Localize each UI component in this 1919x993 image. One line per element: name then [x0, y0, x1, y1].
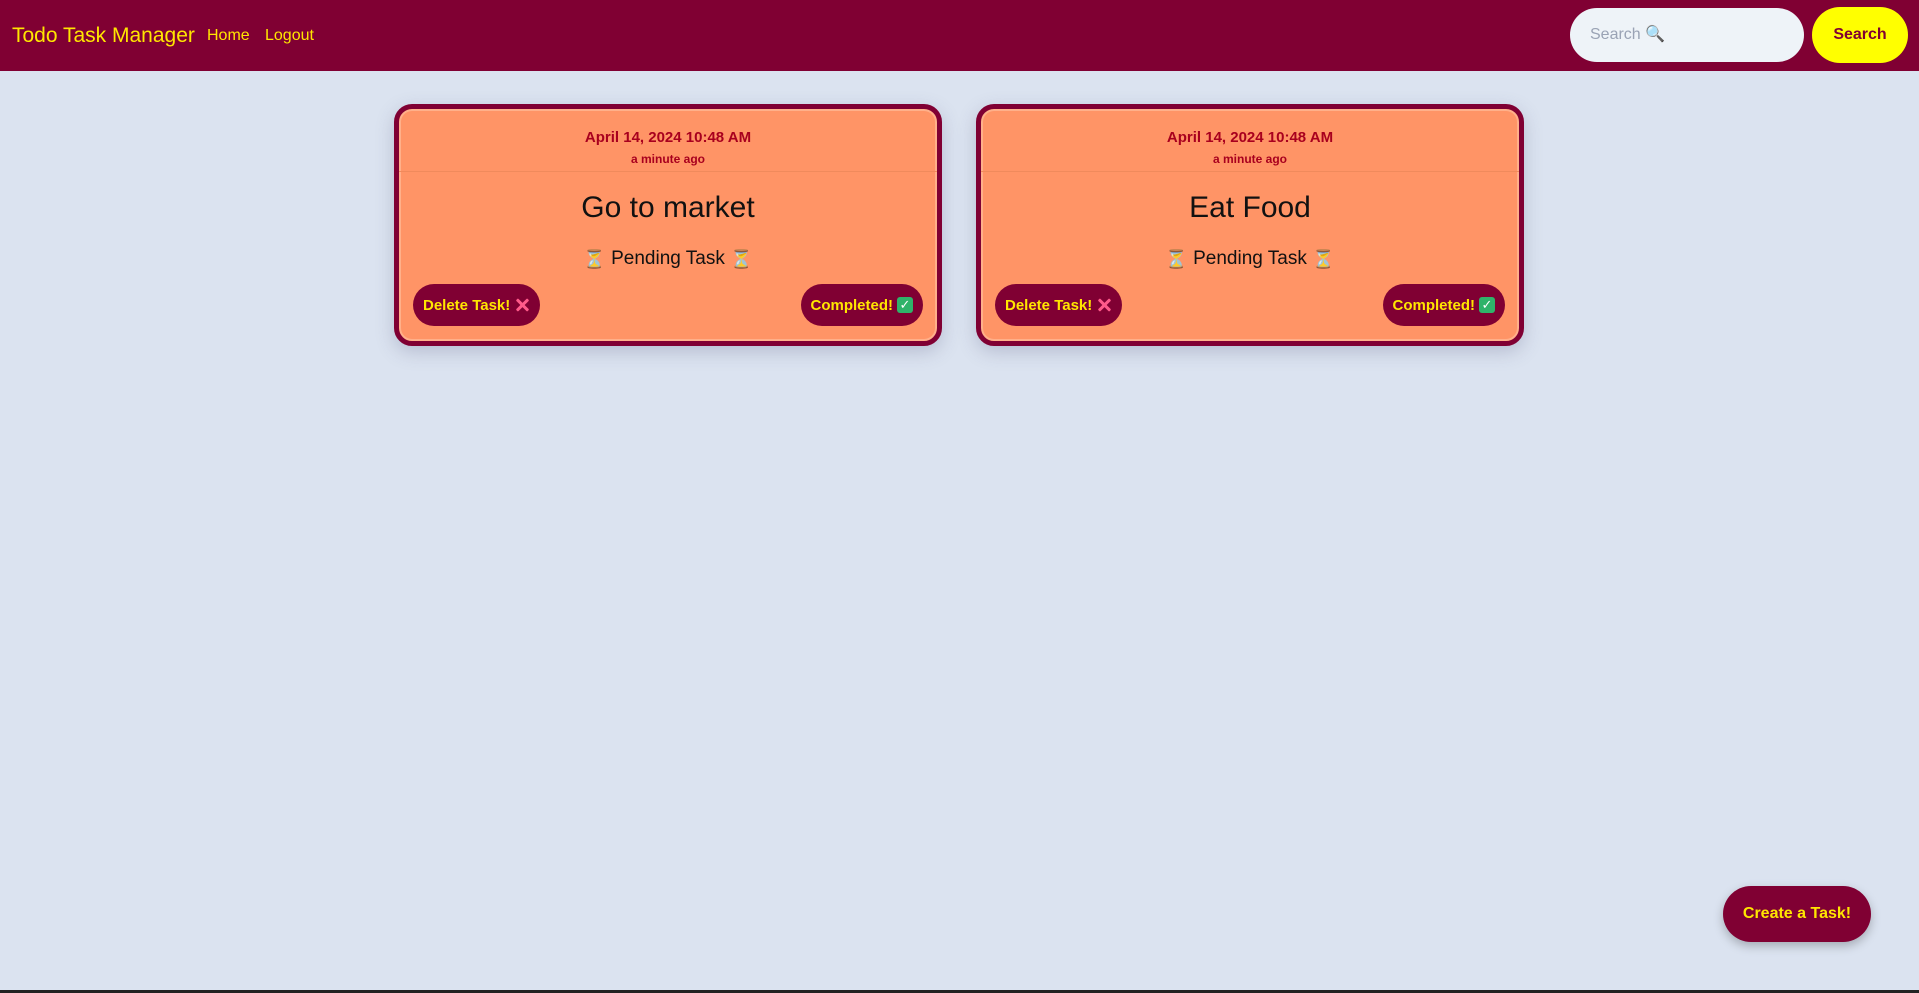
- complete-task-label: Completed!: [1392, 296, 1476, 314]
- delete-task-label: Delete Task!: [1005, 296, 1093, 314]
- navbar: Todo Task Manager Home Logout Search: [0, 0, 1919, 71]
- delete-task-button[interactable]: Delete Task!: [413, 284, 541, 326]
- search-input[interactable]: [1570, 8, 1804, 62]
- complete-task-button[interactable]: Completed! ✓: [800, 284, 923, 326]
- task-status-label: Pending Task: [1193, 248, 1307, 270]
- task-title: Eat Food: [1189, 191, 1311, 224]
- check-icon: ✓: [897, 297, 913, 313]
- task-status: ⏳ Pending Task ⏳: [399, 247, 937, 271]
- complete-task-label: Completed!: [810, 296, 894, 314]
- task-relative-time: a minute ago: [630, 152, 705, 166]
- task-status: ⏳ Pending Task ⏳: [981, 247, 1519, 271]
- task-card: April 14, 2024 10:48 AM a minute ago Eat…: [976, 104, 1524, 346]
- task-date: April 14, 2024 10:48 AM: [584, 129, 752, 146]
- task-relative-time: a minute ago: [1212, 152, 1287, 166]
- task-date: April 14, 2024 10:48 AM: [1166, 129, 1334, 146]
- nav-home-link[interactable]: Home: [207, 26, 250, 46]
- check-icon: ✓: [1479, 297, 1495, 313]
- x-icon: [514, 297, 530, 313]
- task-status-label: Pending Task: [611, 248, 725, 270]
- create-task-button[interactable]: Create a Task!: [1723, 886, 1871, 942]
- hourglass-icon: ⏳: [583, 249, 606, 269]
- hourglass-icon: ⏳: [1312, 249, 1335, 269]
- task-card-header: April 14, 2024 10:48 AM a minute ago: [399, 109, 937, 172]
- hourglass-icon: ⏳: [730, 249, 753, 269]
- task-card-header: April 14, 2024 10:48 AM a minute ago: [981, 109, 1519, 172]
- complete-task-button[interactable]: Completed! ✓: [1382, 284, 1505, 326]
- task-title: Go to market: [581, 191, 755, 224]
- brand-title[interactable]: Todo Task Manager: [12, 23, 195, 49]
- nav-logout-link[interactable]: Logout: [265, 26, 314, 46]
- search-button[interactable]: Search: [1812, 7, 1908, 63]
- x-icon: [1096, 297, 1112, 313]
- hourglass-icon: ⏳: [1165, 249, 1188, 269]
- delete-task-label: Delete Task!: [423, 296, 511, 314]
- task-card: April 14, 2024 10:48 AM a minute ago Go …: [394, 104, 942, 346]
- delete-task-button[interactable]: Delete Task!: [995, 284, 1123, 326]
